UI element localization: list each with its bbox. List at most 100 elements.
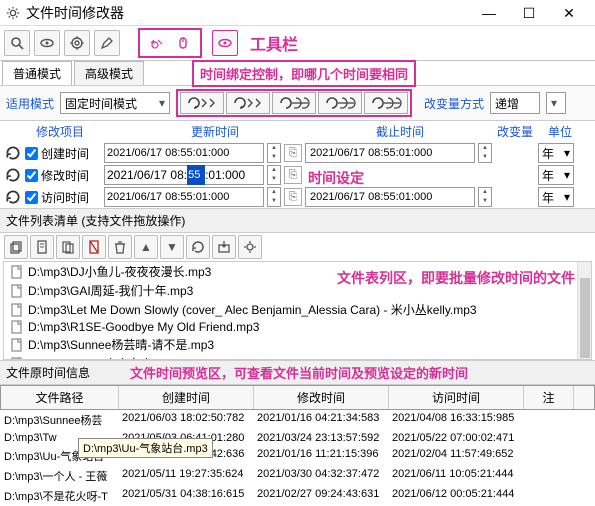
row-access: 访问时间 2021/06/17 08:55:01:000 ▲▼ ⎘ 2021/0… [0,186,595,208]
link-button-5[interactable] [364,92,408,114]
tab-annotation: 时间绑定控制，即哪几个时间要相同 [192,60,416,87]
modify-update-stepper[interactable]: ▲▼ [267,165,281,185]
tab-bar: 普通模式 高级模式 时间绑定控制，即哪几个时间要相同 [0,61,595,85]
apply-label: 适用模式 [6,95,54,112]
list-item[interactable]: D:\mp3\Sunnee杨芸晴-请不是.mp3 [4,335,591,354]
change-mode-chevron[interactable]: ▾ [546,92,566,114]
file-toolbar: ▲ ▼ [0,233,595,261]
close-button[interactable]: ✕ [549,0,589,26]
minimize-button[interactable]: — [469,0,509,26]
col-modify[interactable]: 修改时间 [254,386,389,409]
chevron-down-icon: ▾ [564,146,570,160]
link-button-3[interactable] [272,92,316,114]
tool-search-button[interactable] [4,30,30,56]
file-icon [10,303,24,317]
file-settings-button[interactable] [238,235,262,259]
scrollbar-thumb[interactable] [580,278,590,358]
change-mode-label: 改变量方式 [424,95,484,112]
tool-target-button[interactable] [64,30,90,56]
table-row[interactable]: D:\mp3\Sunnee杨芸2021/06/03 18:02:50:78220… [0,410,595,430]
tool-mouse-button[interactable] [170,30,196,56]
copy-icon[interactable]: ⎘ [284,144,302,162]
copy-icon[interactable]: ⎘ [284,188,302,206]
list-item[interactable]: D:\mp3\Let Me Down Slowly (cover_ Alec B… [4,300,591,319]
file-down-button[interactable]: ▼ [160,235,184,259]
create-checkbox[interactable] [25,147,38,160]
file-delete-button[interactable] [82,235,106,259]
create-update-stepper[interactable]: ▲▼ [267,143,281,163]
modify-update-field[interactable]: 2021/06/17 08:55:01:000 [104,165,264,185]
file-page-button[interactable] [30,235,54,259]
create-cut-field[interactable]: 2021/06/17 08:55:01:000 [305,143,475,163]
table-row[interactable]: D:\mp3\一个人 - 王薇2021/05/11 19:27:35:62420… [0,466,595,486]
time-annotation: 时间设定 [308,168,364,188]
apply-mode-value: 固定时间模式 [65,95,137,112]
file-icon [10,338,24,352]
link-button-4[interactable] [318,92,362,114]
create-label: 创建时间 [41,145,101,162]
file-up-button[interactable]: ▲ [134,235,158,259]
copy-icon[interactable]: ⎘ [284,166,302,184]
col-access[interactable]: 访问时间 [389,386,524,409]
col-note[interactable]: 注 [524,386,574,409]
scrollbar[interactable] [577,262,591,359]
create-unit-select[interactable]: 年▾ [538,143,574,163]
tab-basic[interactable]: 普通模式 [2,61,72,85]
preview-header: 文件原时间信息 文件时间预览区，可查看文件当前时间及预览设定的新时间 [0,360,595,385]
access-update-field[interactable]: 2021/06/17 08:55:01:000 [104,187,264,207]
titlebar: 文件时间修改器 — ☐ ✕ [0,0,595,26]
access-cut-field[interactable]: 2021/06/17 08:55:01:000 [305,187,475,207]
link-button-2[interactable] [226,92,270,114]
grid-header: 文件路径 创建时间 修改时间 访问时间 注 [0,385,595,410]
tool-highlight-group [138,28,202,58]
col-create[interactable]: 创建时间 [119,386,254,409]
access-unit-select[interactable]: 年▾ [538,187,574,207]
file-path: D:\mp3\R1SE-Goodbye My Old Friend.mp3 [28,320,259,334]
refresh-icon[interactable] [4,188,22,206]
file-copy-button[interactable] [4,235,28,259]
modify-unit-select[interactable]: 年▾ [538,165,574,185]
file-icon [10,320,24,334]
field-headers: 修改项目 更新时间 截止时间 改变量 单位 [0,121,595,142]
col-path[interactable]: 文件路径 [1,386,119,409]
refresh-icon[interactable] [4,144,22,162]
file-list: 文件表列区，即要批量修改时间的文件 D:\mp3\DJ小鱼儿-夜夜夜漫长.mp3… [3,261,592,360]
create-cut-stepper[interactable]: ▲▼ [478,143,492,163]
unit-value: 年 [542,167,554,184]
modify-checkbox[interactable] [25,169,38,182]
change-mode-select[interactable]: 递增 [490,92,540,114]
table-row[interactable]: D:\mp3\不是花火呀-T2021/05/31 04:38:16:615202… [0,486,595,506]
preview-annotation: 文件时间预览区，可查看文件当前时间及预览设定的新时间 [130,363,468,382]
apply-mode-select[interactable]: 固定时间模式 ▾ [60,92,170,114]
chevron-down-icon: ▾ [564,190,570,204]
modify-up-a: 2021/06/17 08: [105,168,187,182]
link-button-1[interactable] [180,92,224,114]
create-update-field[interactable]: 2021/06/17 08:55:01:000 [104,143,264,163]
tool-eye-button[interactable] [34,30,60,56]
change-mode-value: 递增 [495,95,519,112]
file-path: D:\mp3\GAI周延-我们十年.mp3 [28,282,193,299]
tool-preview-button[interactable] [212,30,238,56]
access-checkbox[interactable] [25,191,38,204]
access-update-stepper[interactable]: ▲▼ [267,187,281,207]
file-refresh-button[interactable] [186,235,210,259]
maximize-button[interactable]: ☐ [509,0,549,26]
chevron-down-icon: ▾ [159,96,165,110]
refresh-icon[interactable] [4,166,22,184]
access-cut-stepper[interactable]: ▲▼ [478,187,492,207]
row-modify: 修改时间 2021/06/17 08:55:01:000 ▲▼ ⎘ 时间设定 2… [0,164,595,186]
file-pages-button[interactable] [56,235,80,259]
hdr-delta: 改变量 [490,123,540,140]
file-path: D:\mp3\DJ小鱼儿-夜夜夜漫长.mp3 [28,263,211,280]
file-trash-button[interactable] [108,235,132,259]
grid-body: D:\mp3\Sunnee杨芸2021/06/03 18:02:50:78220… [0,410,595,506]
modify-up-selected: 55 [187,165,205,185]
tool-brush-button[interactable] [94,30,120,56]
tool-erase-button[interactable] [144,30,170,56]
file-export-button[interactable] [212,235,236,259]
tab-advanced[interactable]: 高级模式 [74,61,144,85]
row-create: 创建时间 2021/06/17 08:55:01:000 ▲▼ ⎘ 2021/0… [0,142,595,164]
chevron-down-icon: ▾ [564,168,570,182]
chevron-down-icon: ▾ [551,96,557,110]
list-item[interactable]: D:\mp3\R1SE-Goodbye My Old Friend.mp3 [4,319,591,335]
